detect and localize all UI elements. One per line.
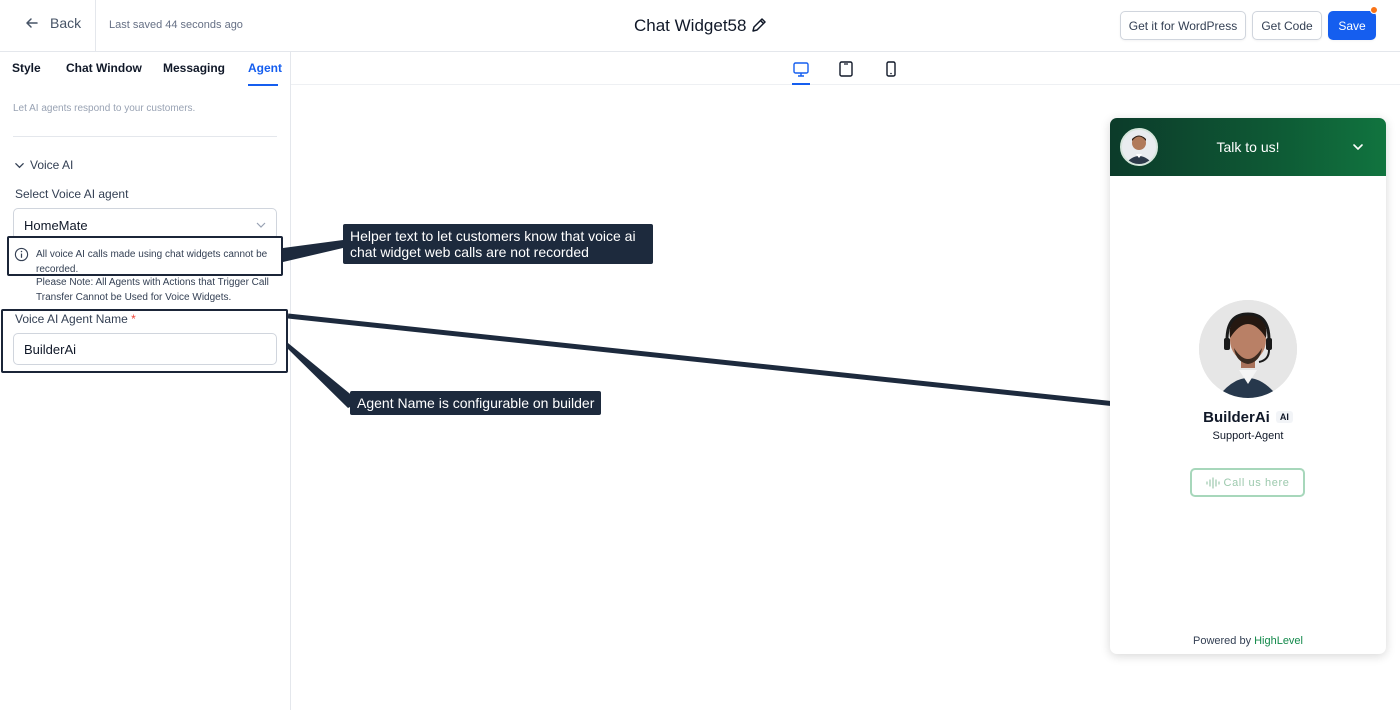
tab-style[interactable]: Style xyxy=(12,61,41,75)
voice-ai-section-toggle[interactable]: Voice AI xyxy=(14,158,73,172)
tab-messaging[interactable]: Messaging xyxy=(163,61,225,75)
tab-bar: Style Chat Window Messaging Agent xyxy=(0,52,291,86)
tab-agent[interactable]: Agent xyxy=(248,61,282,75)
chevron-down-icon[interactable] xyxy=(1351,140,1365,154)
chat-widget-preview: Talk to us! BuilderAi AI Support-Agent Ca… xyxy=(1110,118,1386,654)
chevron-down-icon xyxy=(256,222,266,228)
ai-badge: AI xyxy=(1275,411,1293,423)
active-device-indicator xyxy=(792,83,810,85)
voice-ai-section-title: Voice AI xyxy=(30,158,74,172)
call-transfer-note: Please Note: All Agents with Actions tha… xyxy=(36,277,269,303)
settings-panel: Style Chat Window Messaging Agent Let AI… xyxy=(0,52,291,710)
agent-name-input[interactable] xyxy=(13,333,277,365)
mobile-icon[interactable] xyxy=(882,60,900,78)
name-callout-pointer xyxy=(286,343,360,408)
agent-name-label: Voice AI Agent Name * xyxy=(15,312,136,326)
agent-name-callout: Agent Name is configurable on builder xyxy=(350,391,602,415)
waveform-icon xyxy=(1205,476,1220,489)
desktop-icon[interactable] xyxy=(792,60,810,78)
powered-by-text: Powered by xyxy=(1192,635,1252,647)
back-button[interactable]: Back xyxy=(24,15,81,31)
tablet-icon[interactable] xyxy=(837,60,855,78)
get-code-button[interactable]: Get Code xyxy=(1252,11,1322,40)
header-divider xyxy=(95,0,96,52)
device-preview-bar xyxy=(291,52,1400,85)
panel-subtitle: Let AI agents respond to your customers. xyxy=(13,103,196,114)
call-us-label: Call us here xyxy=(1223,476,1290,489)
arrow-left-icon xyxy=(26,18,38,28)
chevron-down-icon xyxy=(15,162,24,168)
required-mark: * xyxy=(131,312,136,326)
back-label: Back xyxy=(50,15,82,31)
widget-header: Talk to us! xyxy=(1110,118,1386,176)
agent-name-label-text: Voice AI Agent Name xyxy=(15,312,128,326)
powered-by-footer: Powered by HighLevel xyxy=(1110,635,1386,647)
helper-callout-pointer xyxy=(283,240,343,262)
agent-role: Support-Agent xyxy=(1212,430,1284,442)
widget-header-title: Talk to us! xyxy=(1216,139,1280,155)
select-agent-label: Select Voice AI agent xyxy=(15,187,129,201)
top-bar: Back Last saved 44 seconds ago Chat Widg… xyxy=(0,0,1400,52)
panel-divider xyxy=(13,136,277,137)
agent-name-display: BuilderAi AI xyxy=(1110,409,1386,426)
agent-name-text: BuilderAi xyxy=(1203,409,1270,426)
tab-chat-window[interactable]: Chat Window xyxy=(66,61,142,75)
active-tab-indicator xyxy=(248,84,278,86)
call-us-button[interactable]: Call us here xyxy=(1190,468,1305,497)
widget-title: Chat Widget58 xyxy=(634,16,747,35)
unsaved-indicator xyxy=(1370,6,1378,14)
recording-helper-text: All voice AI calls made using chat widge… xyxy=(36,249,268,275)
last-saved-status: Last saved 44 seconds ago xyxy=(109,19,243,31)
brand-link[interactable]: HighLevel xyxy=(1254,635,1303,647)
agent-avatar xyxy=(1199,300,1297,398)
get-wordpress-button[interactable]: Get it for WordPress xyxy=(1120,11,1246,40)
voice-agent-select-value: HomeMate xyxy=(24,218,88,233)
pencil-icon[interactable] xyxy=(750,16,768,34)
helper-callout: Helper text to let customers know that v… xyxy=(343,224,653,264)
info-icon xyxy=(14,247,29,262)
save-button[interactable]: Save xyxy=(1328,11,1376,40)
